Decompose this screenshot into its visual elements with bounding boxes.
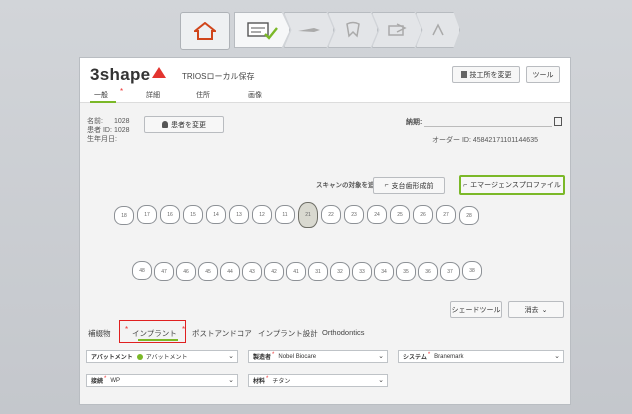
scan-icon: ⌐ bbox=[463, 181, 468, 189]
tooth-44[interactable]: 44 bbox=[220, 262, 240, 281]
tooth-17[interactable]: 17 bbox=[137, 205, 157, 224]
patient-id-value: 1028 bbox=[114, 127, 130, 134]
chevron-down-icon: ⌄ bbox=[541, 306, 548, 314]
tooth-32[interactable]: 32 bbox=[330, 262, 350, 281]
tab-address[interactable]: 住所 bbox=[196, 90, 210, 100]
due-date-field[interactable] bbox=[424, 126, 552, 127]
antagonist-button[interactable]: ⌐ 支台歯形成前 bbox=[373, 177, 445, 194]
tab-details[interactable]: 詳細 bbox=[146, 90, 160, 100]
tooth-23[interactable]: 23 bbox=[344, 205, 364, 224]
person-icon bbox=[162, 121, 168, 128]
subtab-implant[interactable]: * インプラント * bbox=[125, 325, 185, 341]
tooth-34[interactable]: 34 bbox=[374, 262, 394, 281]
subtab-implant-planning[interactable]: インプラント設計 bbox=[258, 328, 318, 339]
brand-triangle-icon bbox=[152, 67, 167, 78]
send-icon bbox=[388, 23, 407, 36]
due-date-label: 納期: bbox=[406, 119, 423, 126]
patient-dob-label: 生年月日: bbox=[87, 136, 117, 143]
delete-button[interactable]: 消去 ⌄ bbox=[508, 301, 564, 318]
tooth-47[interactable]: 47 bbox=[154, 262, 174, 281]
panel-header: 3shape TRIOSローカル保存 技工所を変更 ツール bbox=[80, 58, 570, 88]
workflow-step-send[interactable] bbox=[372, 12, 422, 48]
tooth-42[interactable]: 42 bbox=[264, 262, 284, 281]
tooth-18[interactable]: 18 bbox=[114, 206, 134, 225]
change-lab-button[interactable]: 技工所を変更 bbox=[452, 66, 520, 83]
tab-selected-underline bbox=[90, 101, 116, 103]
workflow-bar bbox=[180, 12, 460, 50]
workflow-step-design[interactable] bbox=[328, 12, 378, 48]
tooth-41[interactable]: 41 bbox=[286, 262, 306, 281]
tooth-22[interactable]: 22 bbox=[321, 205, 341, 224]
chevron-down-icon: ⌄ bbox=[378, 353, 384, 360]
app-background: 3shape TRIOSローカル保存 技工所を変更 ツール 一般 * 詳細 住所 … bbox=[0, 0, 632, 414]
implant-form-row-2: 接続 * WP ⌄ 材料 * チタン ⌄ bbox=[86, 374, 566, 388]
emergence-profile-button[interactable]: ⌐ エマージェンスプロファイル bbox=[459, 175, 565, 195]
tools-button[interactable]: ツール bbox=[526, 66, 560, 83]
chevron-down-icon: ⌄ bbox=[378, 377, 384, 384]
abutment-select[interactable]: アバットメント アバットメント ⌄ bbox=[86, 350, 238, 363]
patient-name-value: 1028 bbox=[114, 118, 130, 125]
tooth-33[interactable]: 33 bbox=[352, 262, 372, 281]
tooth-36[interactable]: 36 bbox=[418, 262, 438, 281]
tooth-21-implant[interactable]: 21 bbox=[298, 202, 318, 228]
building-icon bbox=[460, 71, 467, 78]
scanner-icon bbox=[298, 28, 320, 32]
tooth-16[interactable]: 16 bbox=[160, 205, 180, 224]
patient-id-label: 患者 ID: bbox=[87, 127, 112, 134]
tooth-35[interactable]: 35 bbox=[396, 262, 416, 281]
subtab-selected-underline bbox=[138, 339, 178, 341]
order-id: オーダー ID: 45842171101144635 bbox=[432, 137, 538, 144]
brand-logo: 3shape bbox=[90, 65, 167, 85]
subtab-post-and-core[interactable]: ポストアンドコア bbox=[192, 328, 252, 339]
tooth-38[interactable]: 38 bbox=[462, 261, 482, 280]
abutment-icon bbox=[136, 353, 143, 360]
change-patient-button[interactable]: 患者を変更 bbox=[144, 116, 224, 133]
home-button[interactable] bbox=[180, 12, 230, 50]
calendar-icon[interactable] bbox=[554, 117, 562, 126]
tooth-11[interactable]: 11 bbox=[275, 205, 295, 224]
tooth-31[interactable]: 31 bbox=[308, 262, 328, 281]
tooth-48[interactable]: 48 bbox=[132, 261, 152, 280]
tab-images[interactable]: 画像 bbox=[248, 90, 262, 100]
tooth-45[interactable]: 45 bbox=[198, 262, 218, 281]
patient-name-label: 名前: bbox=[87, 118, 103, 125]
connection-select[interactable]: 接続 * WP ⌄ bbox=[86, 374, 238, 387]
tab-general[interactable]: 一般 * bbox=[90, 87, 123, 103]
scan-icon: ⌐ bbox=[384, 182, 389, 189]
order-form-panel: 3shape TRIOSローカル保存 技工所を変更 ツール 一般 * 詳細 住所 … bbox=[79, 57, 571, 405]
chevron-down-icon: ⌄ bbox=[554, 353, 560, 360]
restoration-subtabs: 補綴物 * インプラント * ポストアンドコア インプラント設計 Orthodont… bbox=[86, 320, 566, 343]
material-select[interactable]: 材料 * チタン ⌄ bbox=[248, 374, 388, 387]
tooth-27[interactable]: 27 bbox=[436, 205, 456, 224]
chevron-down-icon: ⌄ bbox=[228, 377, 234, 384]
tooth-15[interactable]: 15 bbox=[183, 205, 203, 224]
main-tabs: 一般 * 詳細 住所 画像 bbox=[80, 87, 570, 103]
tooth-12[interactable]: 12 bbox=[252, 205, 272, 224]
tooth-46[interactable]: 46 bbox=[176, 262, 196, 281]
home-icon bbox=[194, 22, 216, 40]
design-icon bbox=[346, 21, 360, 38]
order-form-icon bbox=[247, 22, 278, 40]
workflow-step-scan[interactable] bbox=[284, 12, 334, 48]
tooth-25[interactable]: 25 bbox=[390, 205, 410, 224]
implant-form-row-1: アバットメント アバットメント ⌄ 製造者 * Nobel Biocare ⌄ システ… bbox=[86, 350, 566, 364]
tooth-28[interactable]: 28 bbox=[459, 206, 479, 225]
tooth-43[interactable]: 43 bbox=[242, 262, 262, 281]
app-name: TRIOSローカル保存 bbox=[182, 72, 255, 81]
tooth-26[interactable]: 26 bbox=[413, 205, 433, 224]
shade-tool-button[interactable]: シェードツール bbox=[450, 301, 502, 318]
system-select[interactable]: システム * Branemark ⌄ bbox=[398, 350, 564, 363]
tooth-24[interactable]: 24 bbox=[367, 205, 387, 224]
done-icon bbox=[432, 23, 444, 36]
tooth-13[interactable]: 13 bbox=[229, 205, 249, 224]
subtab-restoration[interactable]: 補綴物 bbox=[88, 328, 111, 339]
tooth-37[interactable]: 37 bbox=[440, 262, 460, 281]
manufacturer-select[interactable]: 製造者 * Nobel Biocare ⌄ bbox=[248, 350, 388, 363]
subtab-orthodontics[interactable]: Orthodontics bbox=[322, 328, 365, 337]
chevron-down-icon: ⌄ bbox=[228, 353, 234, 360]
workflow-step-order-form[interactable] bbox=[234, 12, 290, 48]
workflow-step-done[interactable] bbox=[416, 12, 460, 48]
tooth-14[interactable]: 14 bbox=[206, 205, 226, 224]
